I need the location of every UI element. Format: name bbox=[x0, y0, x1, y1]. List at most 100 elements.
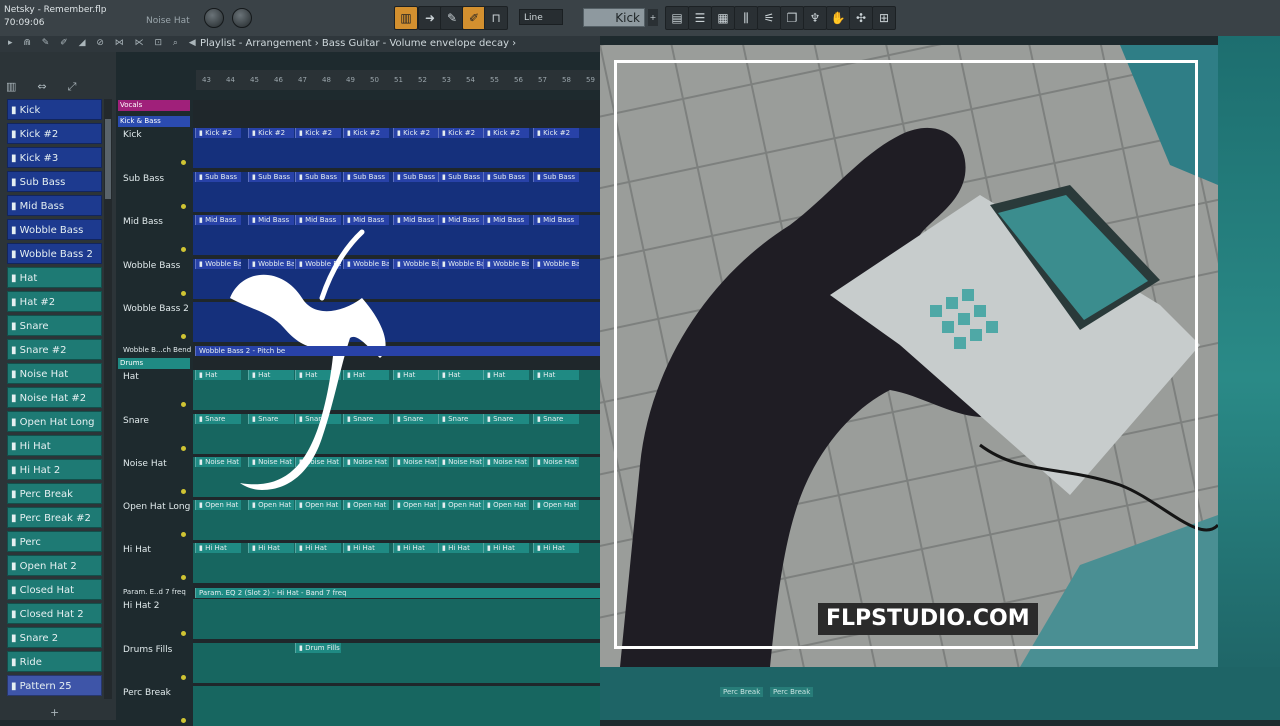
playlist-track-lane[interactable]: ▮ Hi Hat ▮ Hi Hat ▮ Hi Hat ▮ Hi Hat ▮ Hi Hat… bbox=[193, 543, 600, 583]
playlist-clip[interactable]: ▮ Kick #2 bbox=[533, 128, 579, 138]
pin-icon[interactable]: ✣ bbox=[849, 6, 873, 30]
piano-roll-icon[interactable]: ▥ bbox=[394, 6, 418, 30]
playlist-clip[interactable]: ▮ Wobble Bass bbox=[438, 259, 484, 269]
channel-rack-icon[interactable]: ☰ bbox=[688, 6, 712, 30]
timeline-ruler[interactable]: 43 44 45 46 47 48 49 50 51 52 53 54 55 56 57 58 59 bbox=[196, 70, 600, 90]
playlist-clip[interactable]: ▮ Sub Bass bbox=[393, 172, 439, 182]
playlist-clip[interactable]: ▮ Hi Hat bbox=[533, 543, 579, 553]
channel-item[interactable]: ▮ Closed Hat bbox=[7, 579, 102, 600]
playlist-clip[interactable]: ▮ Snare bbox=[438, 414, 484, 424]
playlist-clip[interactable]: ▮ Noise Hat bbox=[438, 457, 484, 467]
playlist-clip[interactable]: ▮ Mid Bass bbox=[248, 215, 294, 225]
channel-item[interactable]: ▮ Sub Bass bbox=[7, 171, 102, 192]
playlist-track-lane[interactable]: ▮ Sub Bass ▮ Sub Bass ▮ Sub Bass ▮ Sub Bass… bbox=[193, 172, 600, 212]
playlist-clip[interactable]: ▮ Open Hat Long bbox=[533, 500, 579, 510]
channel-item[interactable]: ▮ Snare 2 bbox=[7, 627, 102, 648]
playlist-clip[interactable]: ▮ Open Hat Long bbox=[195, 500, 241, 510]
track-mute-icon[interactable] bbox=[181, 204, 186, 209]
snap-select[interactable]: Line bbox=[519, 9, 563, 25]
playlist-clip[interactable]: ▮ Sub Bass bbox=[483, 172, 529, 182]
playlist-clip[interactable]: ▮ Kick #2 bbox=[438, 128, 484, 138]
playlist-clip[interactable]: ▮ Open Hat Long bbox=[438, 500, 484, 510]
playlist-clip[interactable]: ▮ Snare bbox=[483, 414, 529, 424]
track-mute-icon[interactable] bbox=[181, 247, 186, 252]
track-label[interactable]: Hi Hat bbox=[123, 545, 151, 555]
playlist-clip[interactable]: ▮ Kick #2 bbox=[248, 128, 294, 138]
playlist-clip[interactable]: ▮ Snare bbox=[533, 414, 579, 424]
stamp-icon[interactable]: ⊓ bbox=[484, 6, 508, 30]
channel-item[interactable]: ▮ Hi Hat 2 bbox=[7, 459, 102, 480]
channel-item[interactable]: ▮ Ride bbox=[7, 651, 102, 672]
channel-item[interactable]: ▮ Wobble Bass bbox=[7, 219, 102, 240]
automation-clip[interactable]: Param. EQ 2 (Slot 2) - Hi Hat - Band 7 f… bbox=[195, 588, 600, 598]
playlist-clip[interactable]: ▮ Mid Bass bbox=[343, 215, 389, 225]
playlist-clip[interactable]: ▮ Open Hat Long bbox=[483, 500, 529, 510]
playlist-clip[interactable]: ▮ Hat bbox=[393, 370, 439, 380]
mixer-icon[interactable]: ⫼ bbox=[734, 6, 758, 30]
track-label[interactable]: Drums Fills bbox=[123, 645, 172, 655]
track-label[interactable]: Hat bbox=[123, 372, 139, 382]
channel-item[interactable]: ▮ Snare #2 bbox=[7, 339, 102, 360]
track-mute-icon[interactable] bbox=[181, 402, 186, 407]
track-label[interactable]: Open Hat Long bbox=[123, 502, 190, 512]
track-mute-icon[interactable] bbox=[181, 160, 186, 165]
playlist-clip[interactable]: ▮ Hi Hat bbox=[483, 543, 529, 553]
arrow-icon[interactable]: ➜ bbox=[418, 6, 442, 30]
group-header[interactable]: Kick & Bass bbox=[118, 116, 190, 127]
channel-item[interactable]: ▮ Perc bbox=[7, 531, 102, 552]
playlist-clip[interactable]: ▮ Sub Bass bbox=[438, 172, 484, 182]
playlist-clip[interactable]: ▮ Mid Bass bbox=[483, 215, 529, 225]
playlist-clip[interactable]: ▮ Sub Bass bbox=[343, 172, 389, 182]
picker-panel-tabs[interactable]: ▥ ⇔ ⤢ bbox=[6, 80, 102, 98]
playlist-icon[interactable]: ▤ bbox=[665, 6, 689, 30]
playlist-track-lane[interactable] bbox=[193, 686, 600, 726]
plugin-picker-icon[interactable]: ♆ bbox=[803, 6, 827, 30]
channel-item[interactable]: ▮ Hi Hat bbox=[7, 435, 102, 456]
playlist-clip[interactable]: ▮ Hat bbox=[483, 370, 529, 380]
channel-list-scrollbar[interactable] bbox=[104, 99, 112, 699]
master-pitch-knob[interactable] bbox=[232, 8, 252, 28]
playlist-clip[interactable]: ▮ Hat bbox=[533, 370, 579, 380]
playlist-clip[interactable]: ▮ Mid Bass bbox=[295, 215, 341, 225]
track-label[interactable]: Wobble Bass bbox=[123, 261, 180, 271]
channel-item[interactable]: ▮ Kick bbox=[7, 99, 102, 120]
playlist-clip[interactable]: ▮ Hi Hat bbox=[393, 543, 439, 553]
track-label[interactable]: Mid Bass bbox=[123, 217, 163, 227]
playlist-clip[interactable]: ▮ Kick #2 bbox=[295, 128, 341, 138]
channel-item[interactable]: ▮ Open Hat Long bbox=[7, 411, 102, 432]
pattern-selector[interactable]: Kick bbox=[583, 8, 645, 27]
playlist-clip[interactable]: ▮ Kick #2 bbox=[393, 128, 439, 138]
playlist-clip[interactable]: ▮ Open Hat Long bbox=[343, 500, 389, 510]
playlist-clip[interactable]: ▮ Mid Bass bbox=[438, 215, 484, 225]
channel-item[interactable]: ▮ Kick #3 bbox=[7, 147, 102, 168]
group-header[interactable]: Vocals bbox=[118, 100, 190, 111]
track-label[interactable]: Wobble Bass 2 bbox=[123, 304, 189, 314]
channel-item[interactable]: ▮ Kick #2 bbox=[7, 123, 102, 144]
channel-item[interactable]: ▮ Pattern 25 bbox=[7, 675, 102, 696]
playlist-clip[interactable]: ▮ Sub Bass bbox=[533, 172, 579, 182]
playlist-clip[interactable]: ▮ Wobble Bass bbox=[533, 259, 579, 269]
playlist-clip[interactable]: ▮ Open Hat Long bbox=[393, 500, 439, 510]
playlist-clip[interactable]: ▮ Snare bbox=[393, 414, 439, 424]
automation-label[interactable]: Wobble B...ch Bend bbox=[123, 346, 191, 354]
track-label[interactable]: Kick bbox=[123, 130, 142, 140]
playlist-clip[interactable]: ▮ Kick #2 bbox=[483, 128, 529, 138]
playlist-clip[interactable]: ▮ Noise Hat bbox=[393, 457, 439, 467]
playlist-clip[interactable]: ▮ Mid Bass bbox=[533, 215, 579, 225]
playlist-clip[interactable]: ▮ Kick #2 bbox=[343, 128, 389, 138]
track-label[interactable]: Perc Break bbox=[123, 688, 171, 698]
track-mute-icon[interactable] bbox=[181, 489, 186, 494]
track-mute-icon[interactable] bbox=[181, 334, 186, 339]
channel-item[interactable]: ▮ Mid Bass bbox=[7, 195, 102, 216]
track-label[interactable]: Snare bbox=[123, 416, 149, 426]
track-label[interactable]: Noise Hat bbox=[123, 459, 167, 469]
channel-item[interactable]: ▮ Snare bbox=[7, 315, 102, 336]
channel-item[interactable]: ▮ Closed Hat 2 bbox=[7, 603, 102, 624]
channel-item[interactable]: ▮ Hat bbox=[7, 267, 102, 288]
track-mute-icon[interactable] bbox=[181, 575, 186, 580]
playlist-clip[interactable]: ▮ Wobble Bass bbox=[393, 259, 439, 269]
playlist-clip[interactable]: ▮ Sub Bass bbox=[295, 172, 341, 182]
playlist-clip[interactable]: ▮ Kick #2 bbox=[195, 128, 241, 138]
channel-settings-icon[interactable]: ⚟ bbox=[757, 6, 781, 30]
playlist-track-lane[interactable]: ▮ Drum Fills bbox=[193, 643, 600, 683]
